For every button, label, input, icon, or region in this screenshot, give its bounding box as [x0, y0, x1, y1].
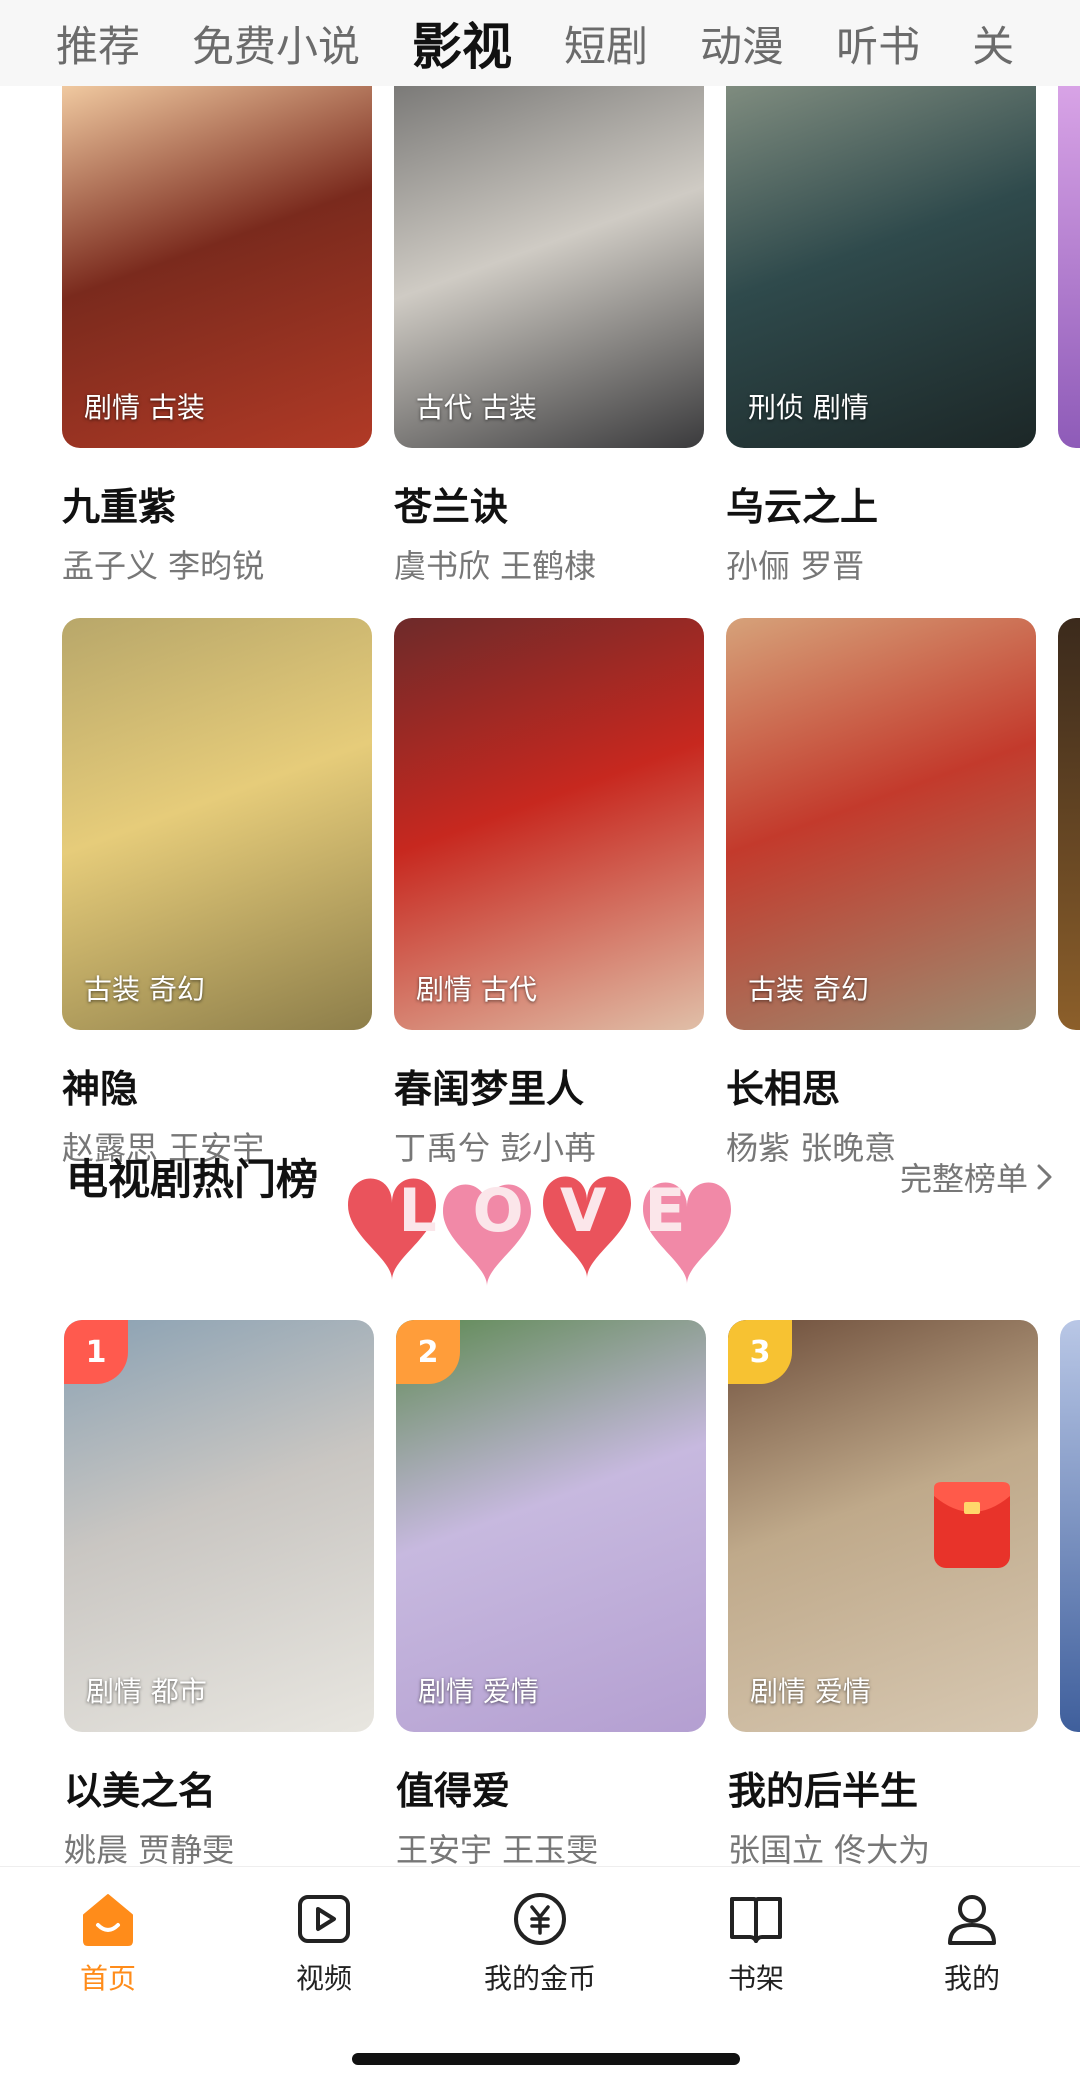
- ranking-poster[interactable]: 1 剧情 都市: [64, 1320, 374, 1732]
- drama-poster[interactable]: 古装 奇幻: [726, 618, 1036, 1030]
- nav-coins-label: 我的金币: [483, 1962, 596, 1995]
- tab-more[interactable]: 关: [972, 13, 1014, 74]
- ranking-card[interactable]: 3 剧情 爱情 我的后半生 张国立 佟大为: [728, 1320, 1038, 1866]
- section-title: 电视剧热门榜: [66, 1155, 319, 1204]
- top-category-tabs: 推荐 免费小说 影视 短剧 动漫 听书 关: [0, 0, 1080, 86]
- drama-tags: 剧情 爱情: [750, 1675, 871, 1708]
- tab-recommend[interactable]: 推荐: [56, 13, 140, 74]
- nav-profile-label: 我的: [943, 1962, 1000, 1995]
- ranking-card[interactable]: 1 剧情 都市 以美之名 姚晨 贾静雯: [64, 1320, 374, 1866]
- drama-cast: 张国立 佟大为: [728, 1831, 931, 1866]
- nav-home-label: 首页: [79, 1962, 136, 1995]
- poster-peek[interactable]: [1058, 86, 1080, 448]
- drama-cast: 姚晨 贾静雯: [64, 1831, 235, 1866]
- drama-title[interactable]: 春闺梦里人: [394, 1058, 704, 1113]
- drama-poster[interactable]: 古装 奇幻: [62, 618, 372, 1030]
- red-envelope-icon[interactable]: [930, 1472, 1014, 1572]
- rank-badge: 1: [64, 1320, 128, 1384]
- drama-cast: 孟子义 李昀锐: [62, 547, 265, 585]
- ranking-card[interactable]: 2 剧情 爱情 值得爱 王安宇 王玉雯: [396, 1320, 706, 1866]
- drama-title[interactable]: 我的后半生: [728, 1760, 1038, 1815]
- nav-video-label: 视频: [295, 1962, 352, 1995]
- drama-poster[interactable]: 古代 古装: [394, 86, 704, 448]
- poster-peek[interactable]: [1060, 1320, 1080, 1732]
- nav-coins[interactable]: 我的金币: [440, 1887, 640, 1997]
- drama-card[interactable]: 古装 奇幻 长相思 杨紫 张晚意: [726, 618, 1036, 1169]
- home-indicator[interactable]: [352, 2053, 740, 2065]
- home-icon: [83, 1894, 133, 1946]
- drama-title[interactable]: 长相思: [726, 1058, 1036, 1113]
- drama-poster[interactable]: 刑侦 剧情: [726, 86, 1036, 448]
- nav-bookshelf-label: 书架: [727, 1962, 784, 1995]
- nav-home[interactable]: 首页: [8, 1887, 208, 1997]
- drama-tags: 剧情 古装: [84, 391, 205, 424]
- drama-card[interactable]: 古装 奇幻 神隐 赵露思 王安宇: [62, 618, 372, 1169]
- full-chart-label: 完整榜单: [899, 1159, 1028, 1198]
- profile-icon: [948, 1895, 996, 1945]
- drama-title[interactable]: 苍兰诀: [394, 476, 704, 531]
- drama-cast: 虞书欣 王鹤棣: [394, 547, 597, 585]
- rank-badge: 2: [396, 1320, 460, 1384]
- drama-tags: 剧情 古代: [416, 973, 537, 1006]
- tab-audiobook[interactable]: 听书: [836, 13, 920, 74]
- poster-peek[interactable]: [1058, 618, 1080, 1030]
- love-sticker: LOVE: [348, 1176, 731, 1286]
- drama-tags: 古代 古装: [416, 391, 537, 424]
- drama-poster[interactable]: 剧情 古装: [62, 86, 372, 448]
- drama-card[interactable]: 古代 古装 苍兰诀 虞书欣 王鹤棣: [394, 86, 704, 587]
- drama-title[interactable]: 以美之名: [64, 1760, 374, 1815]
- chevron-right-icon: [1037, 1164, 1052, 1189]
- full-chart-link[interactable]: 完整榜单: [900, 1154, 1056, 1200]
- nav-bookshelf[interactable]: 书架: [656, 1887, 856, 1997]
- bookshelf-icon: [730, 1897, 782, 1943]
- coin-icon: [514, 1893, 566, 1945]
- tab-anime[interactable]: 动漫: [700, 13, 784, 74]
- tab-free-novel[interactable]: 免费小说: [192, 13, 360, 74]
- drama-tags: 古装 奇幻: [748, 973, 869, 1006]
- drama-cast: 孙俪 罗晋: [726, 547, 865, 585]
- ranking-poster[interactable]: 2 剧情 爱情: [396, 1320, 706, 1732]
- tab-film-tv[interactable]: 影视: [412, 7, 512, 79]
- drama-card[interactable]: 刑侦 剧情 乌云之上 孙俪 罗晋: [726, 86, 1036, 587]
- video-icon: [298, 1895, 350, 1943]
- drama-title[interactable]: 九重紫: [62, 476, 372, 531]
- drama-card[interactable]: 剧情 古代 春闺梦里人 丁禹兮 彭小苒: [394, 618, 704, 1169]
- nav-profile[interactable]: 我的: [872, 1887, 1072, 1997]
- bottom-navigation: 首页 视频 我的金币 书架 我的: [0, 1866, 1080, 2091]
- nav-video[interactable]: 视频: [224, 1887, 424, 1997]
- drama-tags: 古装 奇幻: [84, 973, 205, 1006]
- sticker-text: LOVE: [399, 1176, 724, 1246]
- drama-title[interactable]: 神隐: [62, 1058, 372, 1113]
- drama-poster[interactable]: 剧情 古代: [394, 618, 704, 1030]
- drama-title[interactable]: 值得爱: [396, 1760, 706, 1815]
- drama-tags: 剧情 都市: [86, 1675, 207, 1708]
- drama-card[interactable]: 剧情 古装 九重紫 孟子义 李昀锐: [62, 86, 372, 587]
- rank-badge: 3: [728, 1320, 792, 1384]
- drama-title[interactable]: 乌云之上: [726, 476, 1036, 531]
- drama-cast: 王安宇 王玉雯: [396, 1831, 599, 1866]
- tab-short-drama[interactable]: 短剧: [564, 13, 648, 74]
- drama-tags: 刑侦 剧情: [748, 391, 869, 424]
- content-area: 剧情 古装 九重紫 孟子义 李昀锐 古代 古装 苍兰诀 虞书欣 王鹤棣 刑侦 剧…: [0, 86, 1080, 1866]
- drama-tags: 剧情 爱情: [418, 1675, 539, 1708]
